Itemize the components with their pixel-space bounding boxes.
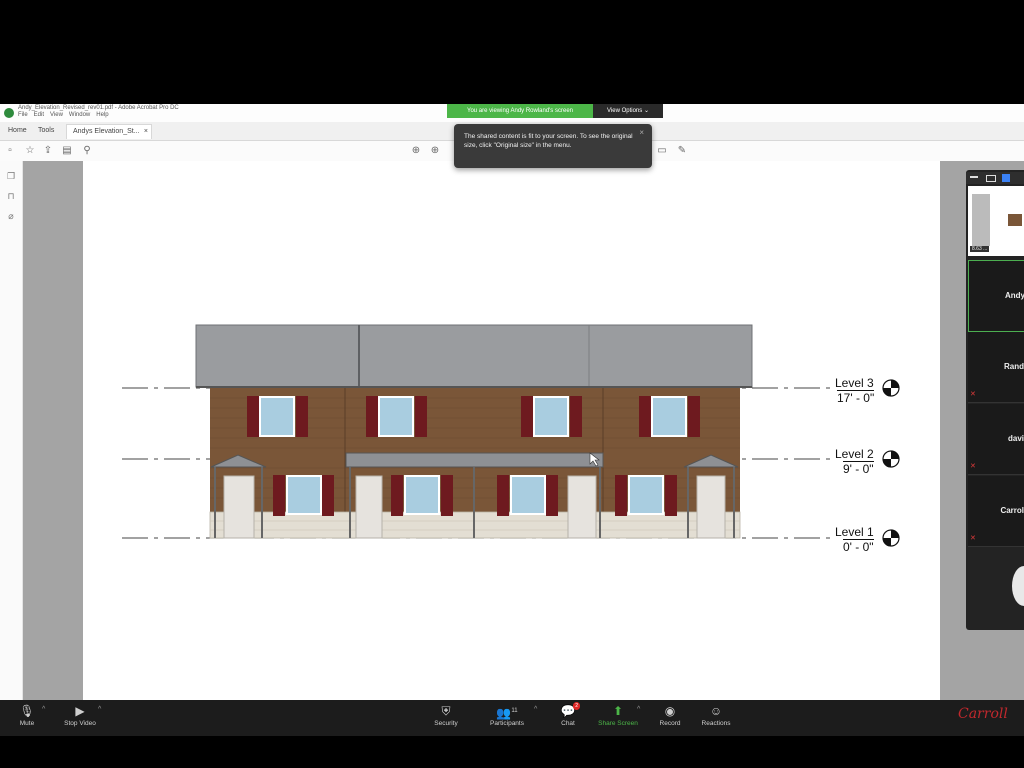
shared-screen-thumbnail[interactable]: 8.63 ... [968,186,1024,256]
level-marker-2 [882,450,900,468]
thumb-label: 8.63 ... [970,246,990,252]
chat-bubble-icon: 💬 2 [560,702,580,718]
security-label: Security [434,720,458,727]
participant-tile-andy[interactable]: Andy [968,260,1024,332]
reaction-heart-icon [1012,566,1024,606]
participant-tile-carroll[interactable]: Carrol ✕ [968,476,1024,547]
video-options-chevron-icon[interactable]: ^ [98,706,101,713]
panel-header [966,172,1024,184]
screen-share-banner: You are viewing Andy Rowland's screen Vi… [447,104,663,118]
participant-name: davi [1007,434,1024,443]
view-options-button[interactable]: View Options ⌄ [593,104,663,118]
level-3-name: Level 3 [835,376,874,390]
grid-view-icon[interactable] [1002,174,1010,182]
muted-mic-icon: ✕ [970,535,976,542]
record-icon: ◉ [664,704,676,718]
porch-roof [345,452,604,468]
chat-label: Chat [561,720,575,727]
participant-tile-rand[interactable]: Rand ✕ [968,332,1024,403]
minimize-icon[interactable] [970,176,978,178]
participants-icon: 👥11 [496,706,518,720]
microphone-icon: 🎙 [19,704,35,718]
brand-logo: Carroll [958,706,1008,722]
shared-screen-window: Andy_Elevation_Revised_rev01.pdf - Adobe… [0,104,1024,700]
tooltip-close-icon[interactable]: × [639,128,644,137]
share-options-chevron-icon[interactable]: ^ [637,706,640,713]
level-marker-1 [882,529,900,547]
participants-label: Participants [490,720,524,727]
level-3-elevation: 17' - 0" [837,390,875,405]
level-2-name: Level 2 [835,447,874,461]
chat-unread-badge: 2 [573,702,580,710]
record-button[interactable]: ◉ Record [656,702,684,734]
reactions-label: Reactions [701,720,731,727]
reactions-button[interactable]: ☺ Reactions [698,702,734,734]
participant-name: Rand [1004,362,1024,371]
stop-video-button[interactable]: ▶ Stop Video [58,702,102,734]
participants-options-chevron-icon[interactable]: ^ [534,706,537,713]
participants-video-panel: 8.63 ... Andy Rand ✕ davi ✕ Carrol ✕ [966,170,1024,630]
meeting-controls-bar: 🎙 Mute ^ ▶ Stop Video ^ ⛨ Security 👥11 P… [0,700,1024,736]
share-screen-button[interactable]: ⬆ Share Screen [596,702,640,734]
muted-mic-icon: ✕ [970,391,976,398]
smiley-icon: ☺ [709,704,723,718]
muted-mic-icon: ✕ [970,463,976,470]
thumb-sidebar [972,194,990,246]
chat-button[interactable]: 💬 2 Chat [554,702,582,734]
participant-tile-davi[interactable]: davi ✕ [968,404,1024,475]
stop-video-label: Stop Video [64,720,96,727]
participant-count: 11 [511,708,518,714]
fit-to-screen-tooltip: The shared content is fit to your screen… [454,124,652,168]
share-screen-label: Share Screen [598,720,638,727]
level-2-elevation: 9' - 0" [843,461,874,476]
participant-name: Carrol [1000,506,1024,515]
viewing-status: You are viewing Andy Rowland's screen [447,104,593,118]
record-label: Record [659,720,681,727]
participants-button[interactable]: 👥11 Participants [484,702,530,734]
level-1-name: Level 1 [835,525,874,539]
level-2-label: Level 2 9' - 0" [835,447,874,476]
view-mode-icon[interactable] [986,175,996,182]
level-1-label: Level 1 0' - 0" [835,525,874,554]
share-screen-icon: ⬆ [612,704,624,718]
video-camera-icon: ▶ [75,704,85,718]
security-button[interactable]: ⛨ Security [428,702,464,734]
level-3-label: Level 3 17' - 0" [835,376,875,405]
tooltip-text: The shared content is fit to your screen… [464,133,633,149]
shield-icon: ⛨ [441,704,451,718]
thumb-building [1008,214,1022,226]
mute-label: Mute [19,720,35,727]
roof [195,324,753,388]
level-marker-3 [882,379,900,397]
participant-name: Andy [1005,291,1024,300]
mute-button[interactable]: 🎙 Mute [10,702,44,734]
audio-options-chevron-icon[interactable]: ^ [42,706,45,713]
level-1-elevation: 0' - 0" [843,539,874,554]
